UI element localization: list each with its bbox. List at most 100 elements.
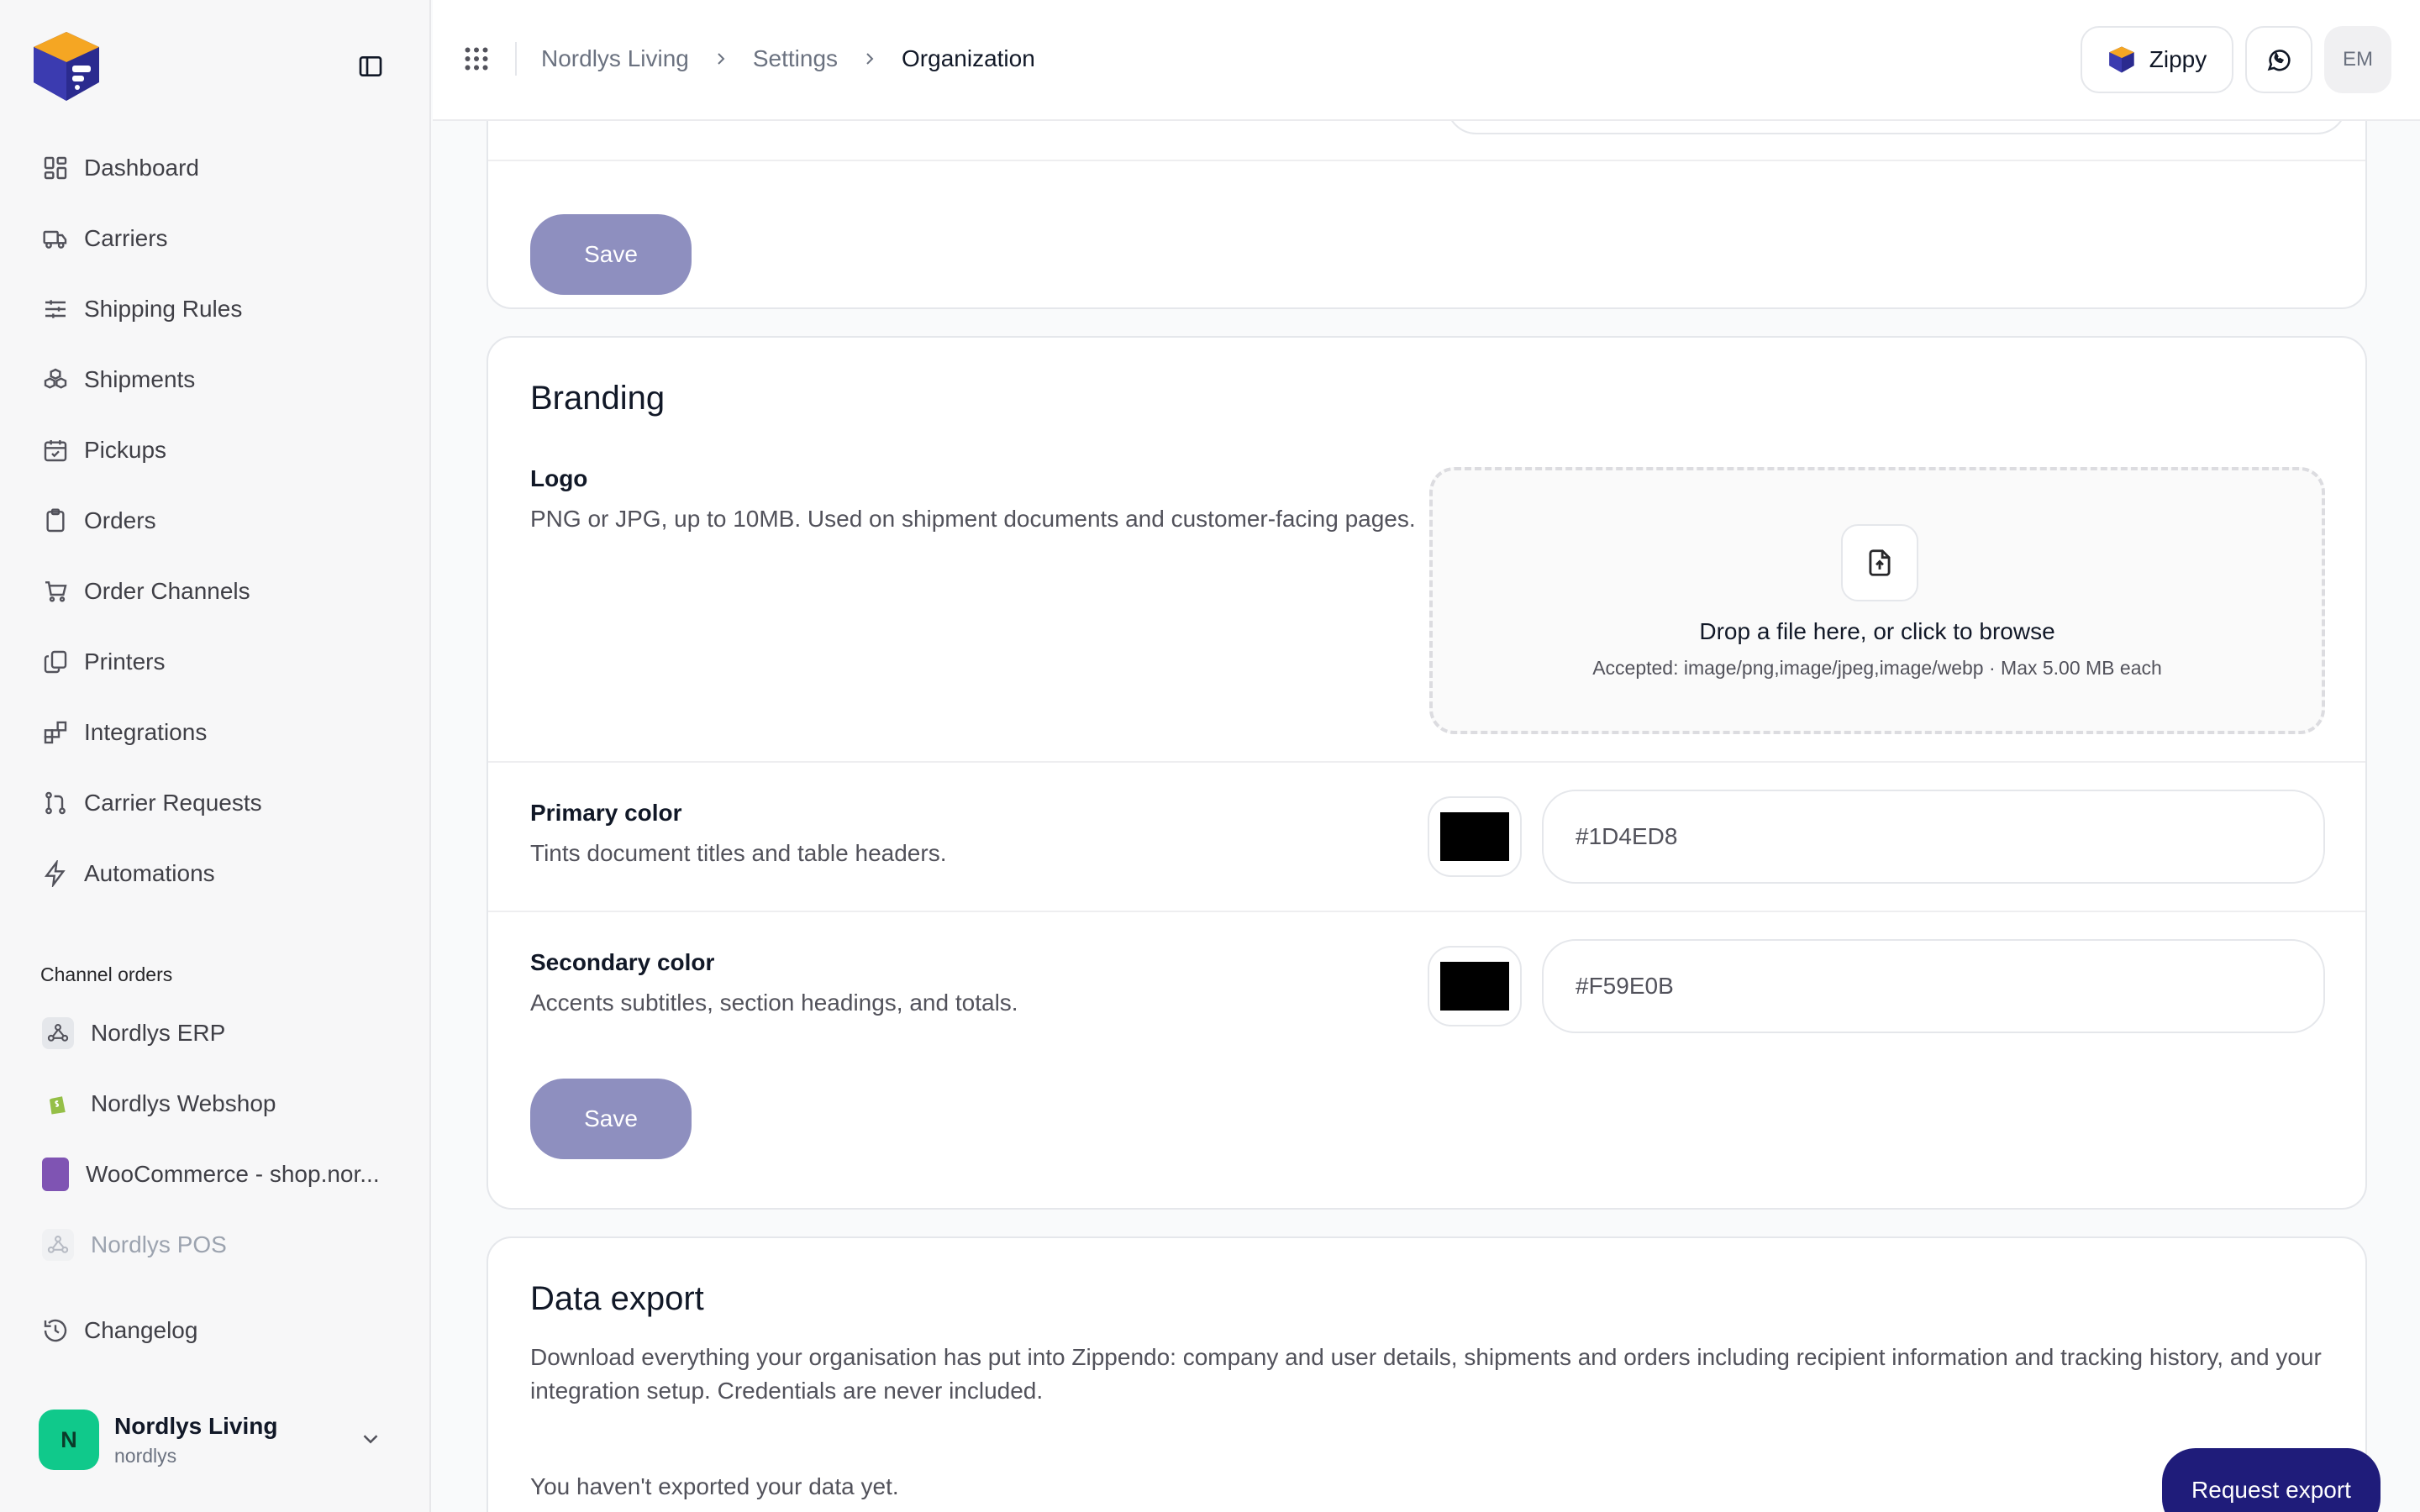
- git-pull-icon: [45, 791, 66, 815]
- channel-orders-heading: Channel orders: [40, 963, 173, 985]
- data-export-card: Data export Download everything your org…: [487, 1236, 2381, 1512]
- organization-switcher[interactable]: N Nordlys Living nordlys: [39, 1408, 392, 1472]
- sidebar-item-orders[interactable]: Orders: [25, 486, 408, 556]
- sidebar-toggle-icon[interactable]: [356, 52, 385, 81]
- sidebar: Dashboard Carriers Shipping Rules Shipme…: [0, 0, 431, 1512]
- webhook-icon: [42, 1229, 74, 1261]
- zap-icon: [44, 860, 66, 887]
- divider: [515, 42, 517, 76]
- file-upload-icon: [1841, 524, 1918, 601]
- changelog-label: Changelog: [84, 1317, 198, 1343]
- breadcrumb-settings[interactable]: Settings: [753, 45, 838, 72]
- dashboard-icon: [44, 156, 67, 180]
- primary-color-picker[interactable]: [1428, 796, 1522, 877]
- channel-item-label: Nordlys Webshop: [91, 1090, 276, 1116]
- channel-item-label: WooCommerce - shop.nor...: [86, 1161, 380, 1187]
- sidebar-item-dashboard[interactable]: Dashboard: [25, 133, 408, 203]
- sidebar-item-order-channels[interactable]: Order Channels: [25, 556, 408, 627]
- request-export-button[interactable]: Request export: [2162, 1448, 2381, 1512]
- divider: [488, 761, 2365, 763]
- sidebar-item-changelog[interactable]: Changelog: [42, 1317, 197, 1344]
- app-logo[interactable]: [29, 29, 104, 104]
- woocommerce-icon: [42, 1158, 69, 1191]
- apps-grid-icon[interactable]: [461, 44, 492, 74]
- logo-label: Logo: [530, 465, 588, 491]
- color-swatch: [1440, 962, 1509, 1011]
- org-handle: nordlys: [114, 1444, 177, 1467]
- dropzone-title: Drop a file here, or click to browse: [1699, 618, 2055, 644]
- secondary-color-help: Accents subtitles, section headings, and…: [530, 990, 1018, 1016]
- secondary-color-picker[interactable]: [1428, 946, 1522, 1026]
- webhook-icon: [42, 1017, 74, 1049]
- boxes-icon: [44, 368, 67, 389]
- zippy-label: Zippy: [2149, 46, 2207, 72]
- chat-button[interactable]: [2245, 26, 2312, 93]
- sidebar-item-label: Shipments: [84, 366, 196, 392]
- shopify-icon: [42, 1088, 74, 1120]
- sidebar-item-label: Pickups: [84, 437, 167, 463]
- channel-item-label: Nordlys POS: [91, 1231, 227, 1257]
- channel-item-woocommerce[interactable]: WooCommerce - shop.nor...: [25, 1139, 408, 1210]
- logo-dropzone[interactable]: Drop a file here, or click to browse Acc…: [1429, 467, 2325, 734]
- zippy-button[interactable]: Zippy: [2081, 26, 2233, 93]
- divider: [488, 160, 2365, 161]
- sidebar-item-label: Orders: [84, 507, 156, 533]
- org-name: Nordlys Living: [114, 1412, 278, 1439]
- main-nav: Dashboard Carriers Shipping Rules Shipme…: [25, 133, 408, 909]
- breadcrumb-current: Organization: [902, 45, 1035, 71]
- channel-item-label: Nordlys ERP: [91, 1020, 226, 1046]
- general-settings-card: Save: [487, 121, 2367, 309]
- branding-card: Branding Logo PNG or JPG, up to 10MB. Us…: [487, 336, 2367, 1210]
- divider: [488, 911, 2365, 912]
- sidebar-item-carrier-requests[interactable]: Carrier Requests: [25, 768, 408, 838]
- sidebar-item-printers[interactable]: Printers: [25, 627, 408, 697]
- sidebar-item-label: Order Channels: [84, 578, 250, 604]
- clipboard-icon: [46, 508, 65, 533]
- history-icon: [44, 1319, 67, 1342]
- primary-color-help: Tints document titles and table headers.: [530, 840, 947, 866]
- sidebar-item-integrations[interactable]: Integrations: [25, 697, 408, 768]
- copy-icon: [44, 650, 67, 674]
- sliders-icon: [45, 300, 66, 318]
- save-button[interactable]: Save: [530, 1079, 692, 1159]
- sidebar-item-label: Printers: [84, 648, 166, 675]
- topbar: Nordlys Living Settings Organization Zip…: [433, 0, 2420, 121]
- channel-list: Nordlys ERP Nordlys Webshop WooCommerce …: [25, 998, 408, 1280]
- breadcrumb-org[interactable]: Nordlys Living: [541, 45, 689, 72]
- avatar: N: [39, 1410, 99, 1470]
- section-title: Branding: [530, 380, 666, 417]
- logo-help: PNG or JPG, up to 10MB. Used on shipment…: [530, 506, 1416, 532]
- channel-item-nordlys-webshop[interactable]: Nordlys Webshop: [25, 1068, 408, 1139]
- user-menu-button[interactable]: EM: [2324, 26, 2391, 93]
- export-description: Download everything your organisation ha…: [530, 1344, 2322, 1404]
- channel-item-nordlys-pos[interactable]: Nordlys POS: [25, 1210, 408, 1280]
- cart-icon: [45, 581, 67, 602]
- calendar-check-icon: [44, 440, 67, 462]
- zippy-logo-icon: [2109, 46, 2134, 73]
- secondary-color-input[interactable]: [1542, 939, 2325, 1033]
- truck-icon: [43, 230, 67, 249]
- breadcrumb: Nordlys Living Settings Organization: [541, 42, 1035, 76]
- sidebar-item-automations[interactable]: Automations: [25, 838, 408, 909]
- sidebar-item-label: Shipping Rules: [84, 296, 243, 322]
- primary-color-label: Primary color: [530, 800, 682, 826]
- chevron-right-icon: [718, 53, 725, 65]
- sidebar-item-label: Integrations: [84, 719, 208, 745]
- text-input[interactable]: [1446, 121, 2347, 134]
- export-status: You haven't exported your data yet.: [530, 1473, 899, 1499]
- sidebar-item-shipments[interactable]: Shipments: [25, 344, 408, 415]
- chevron-right-icon: [866, 53, 874, 65]
- sidebar-item-label: Carrier Requests: [84, 790, 262, 816]
- main-content: Save Branding Logo PNG or JPG, up to 10M…: [433, 121, 2420, 1512]
- chevron-down-icon: [363, 1435, 378, 1444]
- sidebar-item-shipping-rules[interactable]: Shipping Rules: [25, 274, 408, 344]
- secondary-color-label: Secondary color: [530, 949, 715, 975]
- primary-color-input[interactable]: [1542, 790, 2325, 884]
- save-button[interactable]: Save: [530, 214, 692, 295]
- dropzone-subtitle: Accepted: image/png,image/jpeg,image/web…: [1592, 657, 2162, 679]
- blocks-icon: [44, 721, 67, 744]
- message-circle-icon: [2267, 50, 2291, 71]
- channel-item-nordlys-erp[interactable]: Nordlys ERP: [25, 998, 408, 1068]
- sidebar-item-carriers[interactable]: Carriers: [25, 203, 408, 274]
- sidebar-item-pickups[interactable]: Pickups: [25, 415, 408, 486]
